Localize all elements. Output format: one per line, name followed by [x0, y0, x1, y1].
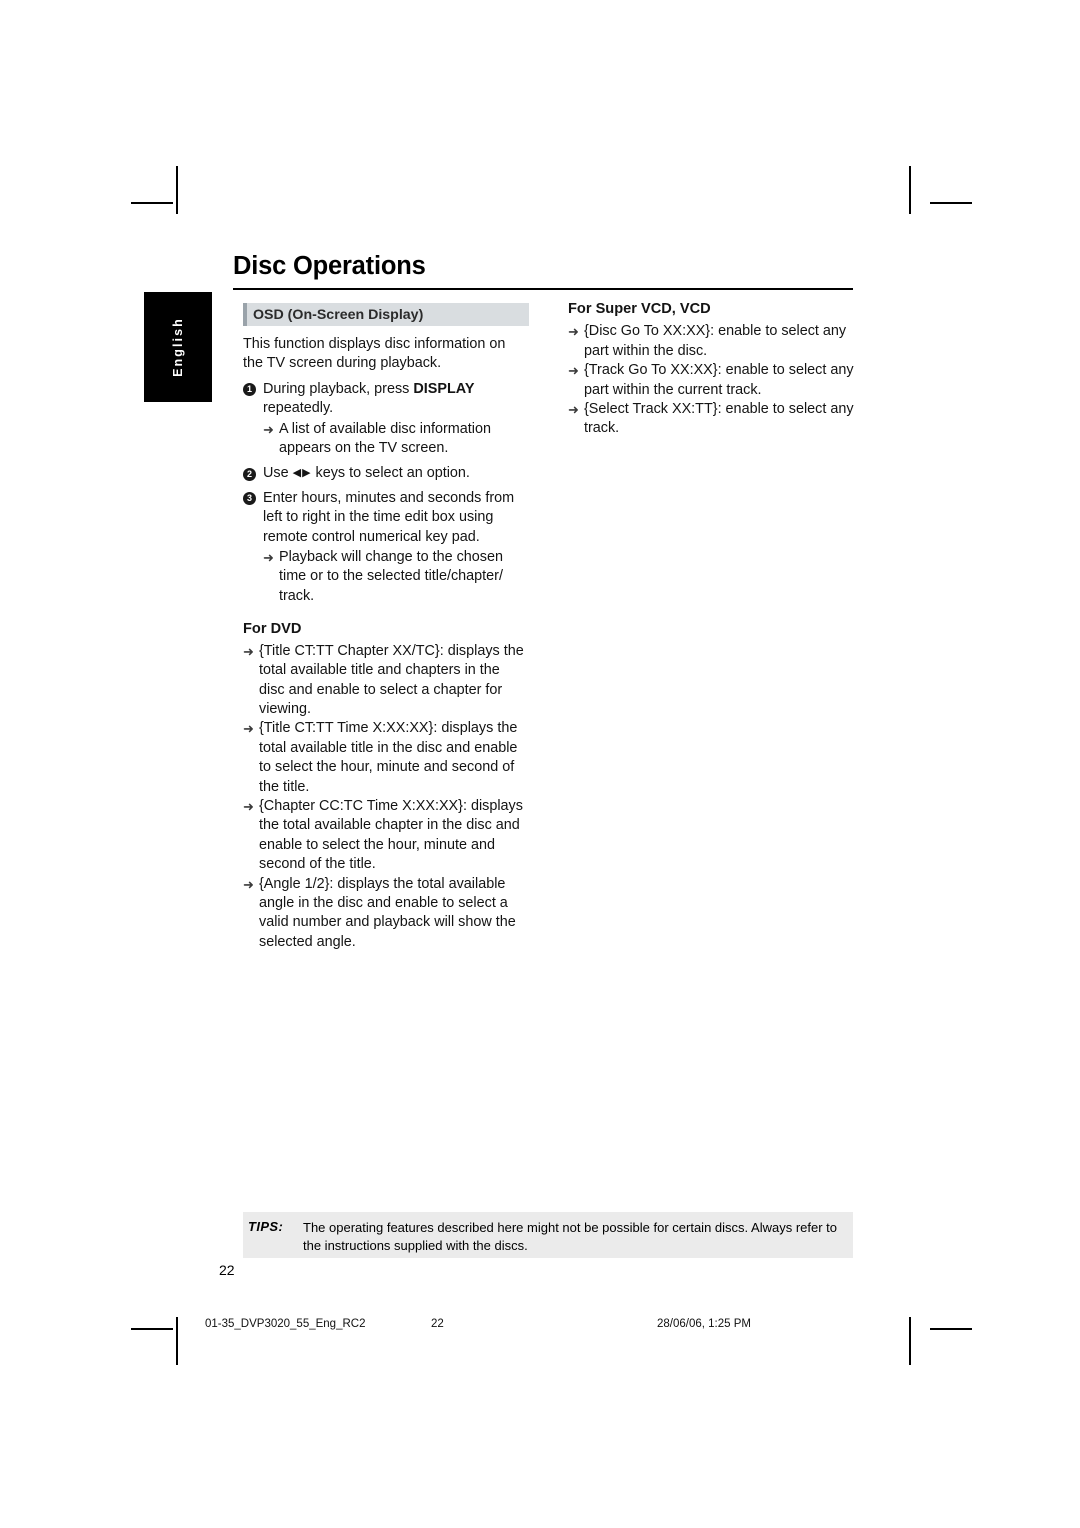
crop-mark-bottom-left-vertical: [176, 1317, 178, 1365]
arrow-icon: ➜: [243, 798, 254, 814]
arrow-icon: ➜: [568, 402, 579, 418]
footer-page-number: 22: [431, 1318, 444, 1330]
footer-date: 28/06/06, 1:25 PM: [657, 1318, 751, 1330]
step-2-text: Use ◀▶ keys to select an option.: [263, 464, 529, 483]
subheading-for-super-vcd: For Super VCD, VCD: [568, 301, 711, 317]
vcd-item-3-text: {Select Track XX:TT}: enable to select a…: [584, 401, 854, 437]
vcd-item-2: ➜ {Track Go To XX:XX}: enable to select …: [568, 361, 858, 400]
step-3-text: Enter hours, minutes and seconds from le…: [263, 489, 515, 545]
step-1-text-after: repeatedly.: [263, 400, 334, 417]
step-2: 2 Use ◀▶ keys to select an option.: [243, 464, 529, 483]
section-header-accent: [243, 303, 247, 326]
language-tab-label: English: [171, 317, 185, 377]
subheading-for-dvd: For DVD: [243, 621, 302, 638]
step-1-text: During playback, press DISPLAY repeatedl…: [263, 380, 529, 419]
left-column: OSD (On-Screen Display) This function di…: [243, 303, 529, 952]
vcd-item-3: ➜ {Select Track XX:TT}: enable to select…: [568, 400, 858, 439]
step-3-result-line: ➜ Playback will change to the chosen tim…: [263, 548, 529, 606]
arrow-icon: ➜: [243, 721, 254, 737]
crop-mark-top-right-horizontal: [930, 202, 972, 204]
step-2-number: 2: [243, 467, 256, 481]
crop-mark-bottom-right-vertical: [909, 1317, 911, 1365]
page-number: 22: [219, 1262, 235, 1278]
step-1-result: ➜ A list of available disc information a…: [243, 420, 529, 459]
crop-mark-top-left-vertical: [176, 166, 178, 214]
language-tab: English: [144, 292, 212, 402]
crop-mark-top-right-vertical: [909, 166, 911, 214]
step-3-number: 3: [243, 492, 256, 506]
step-1-bold: DISPLAY: [413, 380, 475, 397]
section-header-label: OSD (On-Screen Display): [253, 307, 424, 323]
osd-intro-text: This function displays disc information …: [243, 336, 506, 372]
footer-filename: 01-35_DVP3020_55_Eng_RC2: [205, 1318, 366, 1330]
step-1-number: 1: [243, 383, 256, 397]
arrow-icon: ➜: [568, 363, 579, 379]
dvd-item-4: ➜ {Angle 1/2}: displays the total availa…: [243, 875, 529, 953]
step-1-result-text: A list of available disc information app…: [279, 420, 491, 457]
step-3-result-text: Playback will change to the chosen time …: [279, 549, 503, 604]
dvd-item-2: ➜ {Title CT:TT Time X:XX:XX}: displays t…: [243, 719, 529, 797]
arrow-icon: ➜: [263, 421, 274, 437]
crop-mark-bottom-right-horizontal: [930, 1328, 972, 1330]
dvd-item-1-text: {Title CT:TT Chapter XX/TC}: displays th…: [259, 642, 524, 717]
step-3-result: ➜ Playback will change to the chosen tim…: [243, 548, 529, 606]
left-triangle-icon: ◀: [292, 467, 303, 480]
step-2-text-after: keys to select an option.: [311, 465, 470, 482]
title-divider: [233, 288, 853, 291]
arrow-icon: ➜: [263, 550, 274, 566]
tips-label: TIPS:: [248, 1219, 284, 1234]
vcd-item-2-text: {Track Go To XX:XX}: enable to select an…: [584, 362, 854, 398]
dvd-item-3-text: {Chapter CC:TC Time X:XX:XX}: displays t…: [259, 797, 523, 873]
step-1: 1 During playback, press DISPLAY repeate…: [243, 380, 529, 419]
dvd-item-1: ➜ {Title CT:TT Chapter XX/TC}: displays …: [243, 642, 529, 720]
dvd-item-2-text: {Title CT:TT Time X:XX:XX}: displays the…: [259, 720, 518, 795]
right-triangle-icon: ▶: [302, 467, 312, 480]
vcd-item-1-text: {Disc Go To XX:XX}: enable to select any…: [584, 323, 847, 359]
step-2-text-before: Use: [263, 465, 293, 482]
right-column: For Super VCD, VCD ➜ {Disc Go To XX:XX}:…: [568, 300, 858, 439]
step-1-result-line: ➜ A list of available disc information a…: [263, 420, 529, 459]
tips-text: The operating features described here mi…: [303, 1220, 838, 1253]
step-3: 3 Enter hours, minutes and seconds from …: [243, 489, 529, 547]
crop-mark-bottom-left-horizontal: [131, 1328, 173, 1330]
vcd-item-1: ➜ {Disc Go To XX:XX}: enable to select a…: [568, 322, 858, 361]
section-header-osd: OSD (On-Screen Display): [243, 303, 529, 326]
dvd-item-3: ➜ {Chapter CC:TC Time X:XX:XX}: displays…: [243, 797, 529, 875]
step-1-text-before: During playback, press: [263, 380, 414, 397]
arrow-icon: ➜: [243, 643, 254, 659]
arrow-icon: ➜: [568, 324, 579, 340]
arrow-icon: ➜: [243, 876, 254, 892]
dvd-item-4-text: {Angle 1/2}: displays the total availabl…: [259, 875, 516, 950]
crop-mark-top-left-horizontal: [131, 202, 173, 204]
page-title: Disc Operations: [233, 252, 426, 280]
